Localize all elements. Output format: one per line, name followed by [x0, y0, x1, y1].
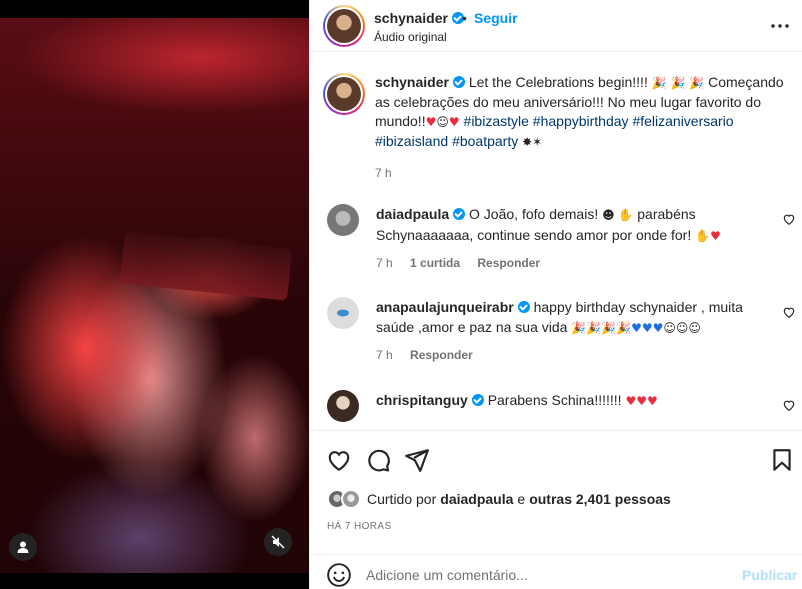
comment-username[interactable]: anapaulajunqueirabr: [376, 299, 514, 315]
star-struck-clap-emoji-icon: ☻ ✋: [602, 208, 634, 222]
heart-icon[interactable]: [782, 305, 796, 319]
caption-username[interactable]: schynaider: [375, 74, 449, 90]
reply-button[interactable]: Responder: [477, 256, 540, 270]
verified-badge-icon: [517, 301, 530, 313]
party-popper-icon: 🎉 🎉 🎉: [651, 76, 705, 90]
smile-icon[interactable]: [326, 562, 352, 588]
comment-icon[interactable]: [365, 447, 391, 473]
video-cake: [119, 231, 293, 301]
comment-text: anapaulajunqueirabr happy birthday schyn…: [376, 297, 766, 338]
blue-heart-emoji-icon: ♥♥♥: [631, 321, 664, 335]
comment-item: chrispitanguy Parabens Schina!!!!!!! ♥♥♥: [327, 390, 797, 422]
caption-line-1: Let the Celebrations begin!!!!: [468, 74, 648, 90]
author-avatar[interactable]: [323, 5, 365, 47]
publish-button[interactable]: Publicar: [742, 567, 797, 583]
heart-emoji-icon: ♥: [425, 115, 437, 129]
heart-icon[interactable]: [326, 447, 352, 473]
user-tag-icon: [17, 541, 29, 553]
comment-meta: 7 h Responder: [376, 348, 797, 362]
likes-connector: e: [517, 491, 526, 507]
heart-emoji-icon: ♥: [710, 229, 721, 243]
hashtag-link[interactable]: #ibizaisland: [375, 133, 448, 149]
post-header: schynaider • Seguir Áudio original: [310, 0, 802, 52]
post-actions: Curtido por daiadpaula e outras 2,401 pe…: [310, 430, 802, 532]
caption-author-avatar[interactable]: [323, 73, 365, 115]
comment-input[interactable]: [366, 565, 716, 585]
hashtag-link[interactable]: #felizaniversario: [632, 113, 733, 129]
post-details-panel: schynaider • Seguir Áudio original schyn…: [309, 0, 802, 589]
verified-badge-icon: [471, 394, 484, 406]
comment-meta: 7 h 1 curtida Responder: [376, 256, 797, 270]
comment-item: anapaulajunqueirabr happy birthday schyn…: [327, 297, 797, 362]
caption-text: schynaider Let the Celebrations begin!!!…: [375, 73, 793, 152]
author-username[interactable]: schynaider: [374, 10, 464, 26]
kiss-emoji-icon: ☺☺☺: [663, 321, 701, 335]
tagged-users-button[interactable]: [9, 533, 37, 561]
heart-emoji-icon: ♥♥♥: [625, 394, 658, 408]
separator-dot: •: [462, 10, 467, 26]
comment-line-1: O João, fofo demais!: [469, 206, 599, 222]
commenter-avatar[interactable]: [327, 297, 359, 329]
party-popper-icon: 🎉🎉🎉🎉: [571, 321, 632, 335]
commenter-avatar[interactable]: [327, 204, 359, 236]
comment-line: Parabens Schina!!!!!!!: [487, 392, 622, 408]
mute-toggle-button[interactable]: [264, 528, 292, 556]
heart-icon[interactable]: [782, 398, 796, 412]
comment-timestamp[interactable]: 7 h: [376, 256, 393, 270]
comment-timestamp[interactable]: 7 h: [376, 348, 393, 362]
share-icon[interactable]: [404, 447, 430, 473]
liker-avatar[interactable]: [341, 489, 361, 509]
likes-summary: Curtido por daiadpaula e outras 2,401 pe…: [327, 489, 671, 509]
likes-user-link[interactable]: daiadpaula: [440, 491, 513, 507]
comment-likes-count[interactable]: 1 curtida: [410, 256, 460, 270]
audio-link[interactable]: Áudio original: [374, 30, 447, 44]
post-media[interactable]: [0, 0, 309, 589]
verified-badge-icon: [452, 76, 465, 88]
smiling-hearts-emoji-icon: ☺: [436, 115, 449, 129]
verified-badge-icon: [453, 208, 466, 220]
comment-item: daiadpaula O João, fofo demais! ☻ ✋ para…: [327, 204, 797, 270]
comment-text: chrispitanguy Parabens Schina!!!!!!! ♥♥♥: [376, 390, 766, 411]
bookmark-icon[interactable]: [769, 447, 795, 473]
more-icon: [771, 24, 789, 28]
likes-prefix: Curtido por: [367, 491, 437, 507]
add-comment-bar: Publicar: [310, 554, 802, 589]
muted-audio-icon: [271, 535, 285, 549]
collision-fire-emoji-icon: ✸✶: [522, 135, 543, 149]
caption-timestamp[interactable]: 7 h: [375, 166, 793, 180]
hashtag-link[interactable]: #boatparty: [452, 133, 518, 149]
comments-list[interactable]: schynaider Let the Celebrations begin!!!…: [310, 53, 802, 429]
follow-button[interactable]: Seguir: [474, 10, 518, 26]
clap-heart-emoji-icon: ✋: [695, 229, 711, 243]
heart-emoji-icon: ♥: [448, 115, 460, 129]
comment-username[interactable]: chrispitanguy: [376, 392, 468, 408]
hashtag-link[interactable]: #happybirthday: [533, 113, 629, 129]
comment-text: daiadpaula O João, fofo demais! ☻ ✋ para…: [376, 204, 766, 246]
post-caption: schynaider Let the Celebrations begin!!!…: [323, 73, 793, 180]
comment-username[interactable]: daiadpaula: [376, 206, 449, 222]
heart-icon[interactable]: [782, 212, 796, 226]
more-options-button[interactable]: [768, 14, 792, 38]
commenter-avatar[interactable]: [327, 390, 359, 422]
video-frame[interactable]: [0, 18, 309, 573]
reply-button[interactable]: Responder: [410, 348, 473, 362]
likes-others-link[interactable]: outras 2,401 pessoas: [529, 491, 671, 507]
post-timestamp[interactable]: HÁ 7 HORAS: [327, 521, 392, 532]
hashtag-link[interactable]: #ibizastyle: [464, 113, 529, 129]
